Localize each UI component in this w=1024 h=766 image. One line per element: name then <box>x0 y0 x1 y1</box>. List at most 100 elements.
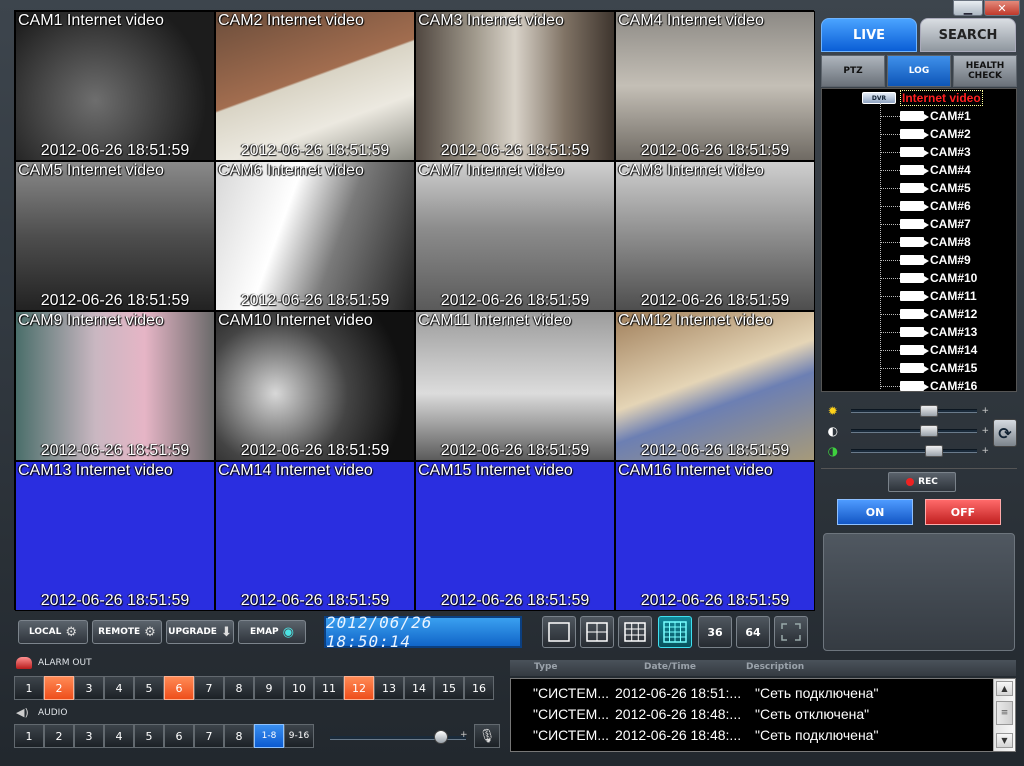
local-button[interactable]: LOCAL ⚙ <box>18 620 88 644</box>
tree-item-camera[interactable]: CAM#5 <box>880 179 971 197</box>
alarm-out-button[interactable]: 12 <box>344 676 374 700</box>
volume-slider[interactable] <box>330 730 466 744</box>
alarm-out-button[interactable]: 16 <box>464 676 494 700</box>
camera-tile[interactable]: CAM9 Internet video 2012-06-26 18:51:59 <box>15 311 215 461</box>
alarm-out-button[interactable]: 5 <box>134 676 164 700</box>
audio-group-button[interactable]: 1-8 <box>254 724 284 748</box>
layout-4-button[interactable] <box>580 616 614 648</box>
tree-item-camera[interactable]: CAM#7 <box>880 215 971 233</box>
remote-button[interactable]: REMOTE ⚙ <box>92 620 162 644</box>
tab-health-check[interactable]: HEALTH CHECK <box>953 55 1017 87</box>
tree-item-camera[interactable]: CAM#13 <box>880 323 977 341</box>
alarm-out-button[interactable]: 15 <box>434 676 464 700</box>
camera-tile[interactable]: CAM12 Internet video 2012-06-26 18:51:59 <box>615 311 815 461</box>
log-row[interactable]: "СИСТЕМ... 2012-06-26 18:48:... "Сеть подк… <box>511 725 991 745</box>
tree-item-camera[interactable]: CAM#1 <box>880 107 971 125</box>
audio-channel-button[interactable]: 5 <box>134 724 164 748</box>
minimize-button[interactable]: ▁ <box>953 0 983 16</box>
tree-item-camera[interactable]: CAM#15 <box>880 359 977 377</box>
on-button[interactable]: ON <box>837 499 913 525</box>
audio-channel-button[interactable]: 8 <box>224 724 254 748</box>
camera-tile[interactable]: CAM6 Internet video 2012-06-26 18:51:59 <box>215 161 415 311</box>
alarm-out-button[interactable]: 2 <box>44 676 74 700</box>
refresh-button[interactable]: ⟳ <box>993 419 1017 447</box>
camera-tile[interactable]: CAM1 Internet video 2012-06-26 18:51:59 <box>15 11 215 161</box>
tree-item-camera[interactable]: CAM#2 <box>880 125 971 143</box>
tree-item-camera[interactable]: CAM#11 <box>880 287 977 305</box>
camera-tile[interactable]: CAM15 Internet video 2012-06-26 18:51:59 <box>415 461 615 611</box>
log-scrollbar[interactable]: ▲ ≡ ▼ <box>993 679 1015 751</box>
layout-9-button[interactable] <box>618 616 652 648</box>
contrast-slider[interactable] <box>850 425 978 437</box>
alarm-out-button[interactable]: 10 <box>284 676 314 700</box>
alarm-out-button[interactable]: 14 <box>404 676 434 700</box>
alarm-out-button[interactable]: 4 <box>104 676 134 700</box>
upgrade-button[interactable]: UPGRADE ⬇ <box>166 620 234 644</box>
alarm-out-button[interactable]: 6 <box>164 676 194 700</box>
camera-tile[interactable]: CAM16 Internet video 2012-06-26 18:51:59 <box>615 461 815 611</box>
audio-channel-button[interactable]: 2 <box>44 724 74 748</box>
tree-item-camera[interactable]: CAM#6 <box>880 197 971 215</box>
audio-channel-button[interactable]: 4 <box>104 724 134 748</box>
camera-tile[interactable]: CAM13 Internet video 2012-06-26 18:51:59 <box>15 461 215 611</box>
color-slider[interactable] <box>850 445 978 457</box>
alarm-out-button[interactable]: 11 <box>314 676 344 700</box>
tree-item-camera[interactable]: CAM#12 <box>880 305 977 323</box>
fullscreen-button[interactable] <box>774 616 808 648</box>
tree-item-camera[interactable]: CAM#3 <box>880 143 971 161</box>
emap-button[interactable]: EMAP ◉ <box>238 620 306 644</box>
brightness-slider-thumb[interactable] <box>919 405 938 417</box>
audio-channel-button[interactable]: 6 <box>164 724 194 748</box>
log-row[interactable]: "СИСТЕМ... 2012-06-26 18:48:... "Сеть откл… <box>511 704 991 724</box>
tree-item-label: CAM#5 <box>930 181 971 195</box>
layout-1-button[interactable] <box>542 616 576 648</box>
alarm-out-button[interactable]: 9 <box>254 676 284 700</box>
log-col-description[interactable]: Description <box>746 662 804 672</box>
alarm-out-button[interactable]: 3 <box>74 676 104 700</box>
tab-ptz[interactable]: PTZ <box>821 55 885 87</box>
tab-live[interactable]: LIVE <box>821 18 917 52</box>
alarm-out-button[interactable]: 8 <box>224 676 254 700</box>
microphone-button[interactable]: 🎙 <box>474 724 500 748</box>
camera-tile[interactable]: CAM2 Internet video 2012-06-26 18:51:59 <box>215 11 415 161</box>
tree-item-camera[interactable]: CAM#10 <box>880 269 977 287</box>
contrast-slider-thumb[interactable] <box>919 425 938 437</box>
tab-search[interactable]: SEARCH <box>920 18 1016 52</box>
close-button[interactable]: ✕ <box>984 0 1020 16</box>
camera-tile[interactable]: CAM4 Internet video 2012-06-26 18:51:59 <box>615 11 815 161</box>
scroll-thumb[interactable]: ≡ <box>996 701 1013 725</box>
tree-item-camera[interactable]: CAM#4 <box>880 161 971 179</box>
camera-tile[interactable]: CAM5 Internet video 2012-06-26 18:51:59 <box>15 161 215 311</box>
tab-log[interactable]: LOG <box>887 55 951 87</box>
tree-item-camera[interactable]: CAM#8 <box>880 233 971 251</box>
camera-tile[interactable]: CAM7 Internet video 2012-06-26 18:51:59 <box>415 161 615 311</box>
alarm-out-button[interactable]: 13 <box>374 676 404 700</box>
alarm-out-button[interactable]: 7 <box>194 676 224 700</box>
audio-channel-button[interactable]: 3 <box>74 724 104 748</box>
volume-slider-thumb[interactable] <box>434 730 448 744</box>
camera-tile[interactable]: CAM11 Internet video 2012-06-26 18:51:59 <box>415 311 615 461</box>
camera-tile[interactable]: CAM3 Internet video 2012-06-26 18:51:59 <box>415 11 615 161</box>
camera-tile[interactable]: CAM8 Internet video 2012-06-26 18:51:59 <box>615 161 815 311</box>
log-col-datetime[interactable]: Date/Time <box>644 662 696 672</box>
camera-tile[interactable]: CAM10 Internet video 2012-06-26 18:51:59 <box>215 311 415 461</box>
tree-item-camera[interactable]: CAM#14 <box>880 341 977 359</box>
scroll-up-icon[interactable]: ▲ <box>996 681 1013 696</box>
audio-channel-button[interactable]: 7 <box>194 724 224 748</box>
off-button[interactable]: OFF <box>925 499 1001 525</box>
tree-item-camera[interactable]: CAM#16 <box>880 377 977 391</box>
layout-36-button[interactable]: 36 <box>698 616 732 648</box>
audio-group-button[interactable]: 9-16 <box>284 724 314 748</box>
layout-64-button[interactable]: 64 <box>736 616 770 648</box>
layout-16-button[interactable] <box>658 616 692 648</box>
scroll-down-icon[interactable]: ▼ <box>996 733 1013 748</box>
tree-item-camera[interactable]: CAM#9 <box>880 251 971 269</box>
rec-button[interactable]: REC <box>888 472 956 492</box>
alarm-out-button[interactable]: 1 <box>14 676 44 700</box>
camera-tile[interactable]: CAM14 Internet video 2012-06-26 18:51:59 <box>215 461 415 611</box>
brightness-slider[interactable] <box>850 405 978 417</box>
log-col-type[interactable]: Type <box>534 662 557 672</box>
audio-channel-button[interactable]: 1 <box>14 724 44 748</box>
color-slider-thumb[interactable] <box>924 445 943 457</box>
log-row[interactable]: "СИСТЕМ... 2012-06-26 18:51:... "Сеть подк… <box>511 683 991 703</box>
